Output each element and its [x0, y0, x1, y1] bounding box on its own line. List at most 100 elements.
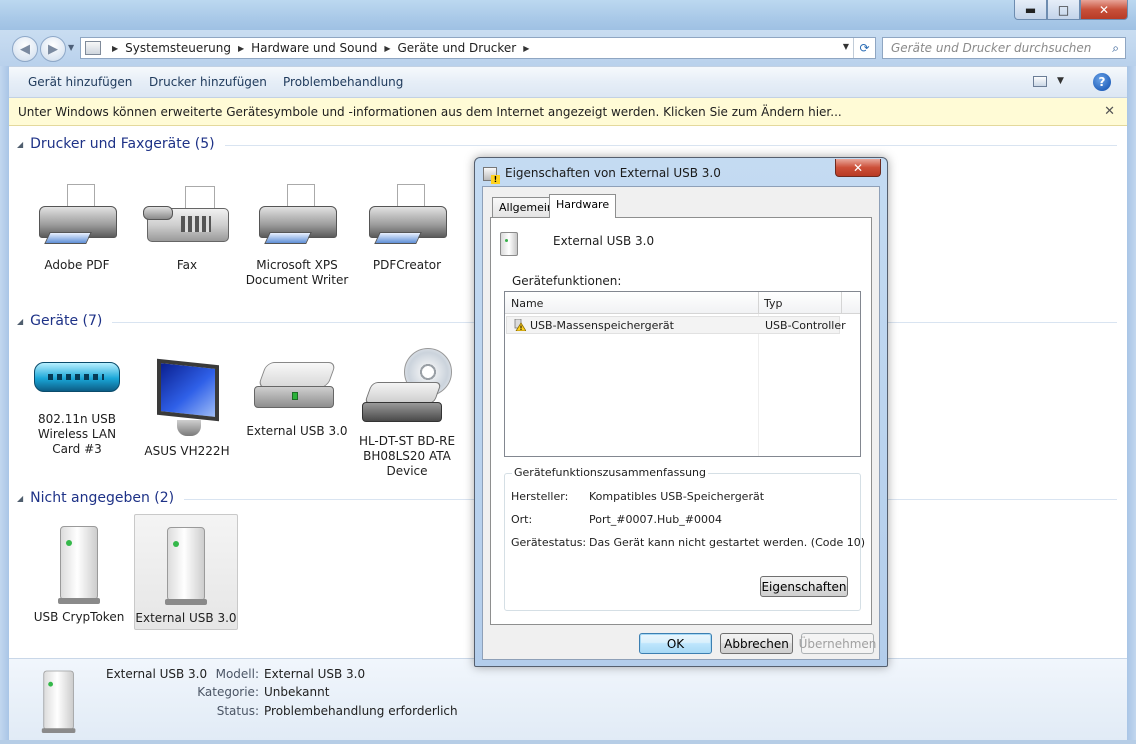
device-bd-re-drive[interactable]: HL-DT-ST BD-RE BH08LS20 ATA Device	[355, 348, 459, 479]
collapse-triangle-icon[interactable]: ◢	[17, 317, 23, 326]
optical-drive-icon	[360, 348, 454, 430]
search-input[interactable]: Geräte und Drucker durchsuchen ⌕	[882, 37, 1126, 59]
window-frame-left	[0, 66, 9, 740]
minimize-button[interactable]: ▬	[1014, 0, 1047, 20]
device-functions-label: Gerätefunktionen:	[512, 274, 622, 288]
column-divider[interactable]	[758, 292, 759, 314]
printer-icon	[253, 184, 341, 254]
back-button[interactable]: ◀	[12, 36, 38, 62]
details-label: Modell:	[215, 667, 259, 681]
breadcrumb-hardware-und-sound[interactable]: Hardware und Sound	[251, 41, 377, 55]
breadcrumb-systemsteuerung[interactable]: Systemsteuerung	[125, 41, 231, 55]
device-functions-list[interactable]: Name Typ USB-Massenspeichergerät USB-Con…	[504, 291, 861, 457]
properties-dialog: Eigenschaften von External USB 3.0 ✕ All…	[474, 157, 888, 667]
column-gridline	[758, 314, 759, 456]
device-label: Fax	[176, 258, 198, 272]
device-usb-cryptoken[interactable]: USB CrypToken	[27, 522, 131, 625]
properties-button[interactable]: Eigenschaften	[760, 576, 848, 597]
fax-icon	[141, 184, 233, 254]
control-panel-icon	[85, 41, 101, 55]
information-bar[interactable]: Unter Windows können erweiterte Gerätesy…	[9, 98, 1127, 126]
details-value: External USB 3.0	[264, 667, 366, 681]
device-label: Adobe PDF	[44, 258, 110, 272]
printer-icon	[363, 184, 451, 254]
group-header-printers[interactable]: ◢ Drucker und Faxgeräte (5)	[17, 136, 1117, 152]
warning-icon	[514, 319, 526, 331]
summary-label: Hersteller:	[511, 490, 569, 503]
close-icon[interactable]: ✕	[1104, 104, 1115, 119]
device-label: External USB 3.0	[135, 611, 237, 625]
add-device-button[interactable]: Gerät hinzufügen	[28, 75, 132, 89]
printer-icon	[33, 184, 121, 254]
details-value: Unbekannt	[264, 685, 330, 699]
breadcrumb-chevron-icon[interactable]: ▶	[112, 44, 118, 53]
back-arrow-icon: ◀	[20, 41, 30, 57]
generic-device-icon	[37, 669, 80, 735]
dialog-close-button[interactable]: ✕	[835, 159, 881, 177]
device-pdfcreator[interactable]: PDFCreator	[355, 184, 459, 273]
device-label: HL-DT-ST BD-RE BH08LS20 ATA Device	[358, 434, 456, 478]
device-label: ASUS VH222H	[144, 444, 230, 458]
function-summary-group: Gerätefunktionszusammenfassung Herstelle…	[504, 466, 865, 611]
device-label: Microsoft XPS Document Writer	[245, 258, 349, 287]
change-view-icon[interactable]	[1033, 76, 1047, 87]
list-header: Name Typ	[505, 292, 860, 314]
device-fax[interactable]: Fax	[135, 184, 239, 273]
close-button[interactable]: ✕	[1080, 0, 1128, 20]
ok-button[interactable]: OK	[639, 633, 712, 654]
breadcrumb-chevron-icon[interactable]: ▶	[238, 44, 244, 53]
group-title: Geräte (7)	[30, 313, 103, 329]
window-frame-right	[1127, 66, 1136, 740]
device-label: USB CrypToken	[33, 610, 125, 624]
caption-buttons: ▬ □ ✕	[1014, 0, 1128, 20]
tab-hardware[interactable]: Hardware	[549, 194, 617, 218]
device-adobe-pdf[interactable]: Adobe PDF	[25, 184, 129, 273]
monitor-icon	[147, 358, 227, 440]
window-title-bar: ▬ □ ✕	[0, 0, 1136, 30]
refresh-icon[interactable]: ⟳	[853, 38, 875, 58]
troubleshoot-button[interactable]: Problembehandlung	[283, 75, 403, 89]
summary-title: Gerätefunktionszusammenfassung	[512, 466, 709, 479]
device-warning-icon	[483, 167, 500, 184]
device-asus-monitor[interactable]: ASUS VH222H	[135, 358, 239, 459]
add-printer-button[interactable]: Drucker hinzufügen	[149, 75, 267, 89]
breadcrumb-chevron-icon[interactable]: ▶	[523, 44, 529, 53]
group-title: Drucker und Faxgeräte (5)	[30, 136, 215, 152]
device-icon	[500, 232, 518, 256]
breadcrumb-chevron-icon[interactable]: ▶	[384, 44, 390, 53]
maximize-button[interactable]: □	[1047, 0, 1080, 20]
recent-pages-chevron-icon[interactable]: ▼	[68, 43, 74, 52]
help-icon[interactable]: ?	[1093, 73, 1111, 91]
address-dropdown-icon[interactable]: ▼	[843, 42, 849, 51]
function-type: USB-Controller	[765, 319, 846, 332]
device-external-usb-unspecified[interactable]: External USB 3.0	[134, 514, 238, 630]
address-bar[interactable]: ▶ Systemsteuerung ▶ Hardware und Sound ▶…	[80, 37, 876, 59]
details-label: Status:	[216, 704, 259, 718]
view-options-chevron-icon[interactable]: ▼	[1057, 76, 1064, 86]
information-bar-text: Unter Windows können erweiterte Gerätesy…	[18, 104, 842, 119]
list-item[interactable]: USB-Massenspeichergerät USB-Controller	[506, 316, 846, 334]
details-label: Kategorie:	[197, 685, 259, 699]
summary-label: Ort:	[511, 513, 533, 526]
device-wireless-lan[interactable]: 802.11n USB Wireless LAN Card #3	[25, 348, 129, 457]
breadcrumb-geraete-und-drucker[interactable]: Geräte und Drucker	[398, 41, 517, 55]
device-external-usb[interactable]: External USB 3.0	[245, 360, 349, 439]
apply-button: Übernehmen	[799, 633, 876, 654]
summary-value: Das Gerät kann nicht gestartet werden. (…	[589, 536, 866, 549]
collapse-triangle-icon[interactable]: ◢	[17, 140, 23, 149]
summary-value: Port_#0007.Hub_#0004	[589, 513, 722, 526]
search-placeholder: Geräte und Drucker durchsuchen	[891, 41, 1092, 55]
column-header-name[interactable]: Name	[511, 297, 543, 310]
search-icon[interactable]: ⌕	[1112, 41, 1119, 56]
summary-label: Gerätestatus:	[511, 536, 587, 549]
forward-button[interactable]: ▶	[40, 36, 66, 62]
device-microsoft-xps[interactable]: Microsoft XPS Document Writer	[245, 184, 349, 288]
details-device-name: External USB 3.0	[106, 667, 208, 681]
collapse-triangle-icon[interactable]: ◢	[17, 494, 23, 503]
details-value: Problembehandlung erforderlich	[264, 704, 458, 718]
column-divider[interactable]	[841, 292, 842, 314]
generic-device-icon	[159, 525, 213, 607]
function-name: USB-Massenspeichergerät	[530, 319, 674, 332]
column-header-type[interactable]: Typ	[764, 297, 783, 310]
cancel-button[interactable]: Abbrechen	[720, 633, 793, 654]
